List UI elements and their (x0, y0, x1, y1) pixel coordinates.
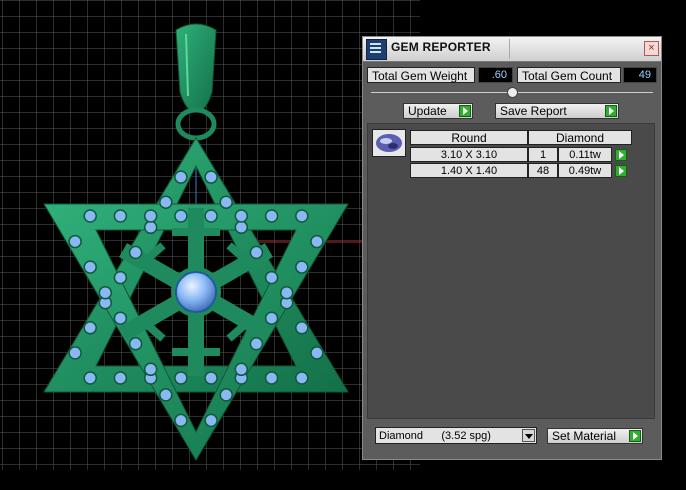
chevron-down-icon[interactable] (522, 429, 535, 442)
pave-gem (83, 371, 97, 385)
total-gem-weight-label: Total Gem Weight (367, 67, 475, 83)
update-button-label: Update (408, 104, 447, 118)
gem-reporter-panel: GEM REPORTER × Total Gem Weight .60 Tota… (362, 36, 662, 460)
total-gem-count-value: 49 (623, 67, 657, 83)
pave-gem (279, 285, 294, 300)
pave-gem (295, 371, 309, 385)
pave-gem (128, 337, 143, 351)
pave-gem (234, 220, 249, 235)
pave-gem (113, 209, 128, 223)
pave-gem (68, 234, 82, 249)
close-icon[interactable]: × (644, 41, 659, 56)
pave-gem (219, 195, 233, 209)
gem-size-cell: 1.40 X 1.40 (410, 163, 528, 178)
save-report-button-label: Save Report (500, 104, 567, 118)
pave-gem (295, 209, 309, 223)
pave-gem (174, 170, 188, 184)
pave-gem (159, 195, 173, 209)
set-material-button[interactable]: Set Material (547, 428, 643, 444)
pave-gem (219, 388, 233, 402)
save-report-button[interactable]: Save Report (495, 103, 619, 119)
gem-count-cell: 48 (528, 163, 558, 178)
gem-count-cell: 1 (528, 147, 558, 162)
pave-gem (264, 270, 279, 285)
pave-gem (174, 371, 188, 385)
play-arrow-icon[interactable] (615, 165, 627, 177)
pave-gem (113, 270, 128, 285)
pave-gem (264, 371, 279, 385)
material-select-value: Diamond (3.52 spg) (379, 430, 491, 442)
pave-gem (143, 220, 158, 235)
round-gem-icon[interactable] (372, 129, 406, 157)
pave-gem (310, 346, 324, 360)
pave-gem (310, 234, 324, 249)
pave-gem (249, 245, 264, 260)
gem-weight-cell: 0.49tw (558, 163, 612, 178)
title-divider (509, 39, 510, 59)
play-arrow-icon (605, 105, 617, 117)
column-header-shape: Round (410, 130, 528, 145)
pave-gem (143, 209, 158, 223)
pave-gem (159, 388, 173, 402)
total-gem-weight-value: .60 (478, 67, 513, 83)
pave-gem (68, 346, 82, 360)
pave-gem (83, 321, 97, 335)
pave-gem (204, 371, 218, 385)
column-header-material: Diamond (528, 130, 632, 145)
pave-gem (174, 209, 188, 223)
pave-gem (143, 362, 158, 377)
pave-gem (98, 285, 113, 300)
gem-report-list: Round Diamond 3.10 X 3.10 1 0.11tw 1.40 … (367, 123, 655, 419)
update-button[interactable]: Update (403, 103, 473, 119)
pave-gem (83, 260, 97, 274)
play-arrow-icon[interactable] (615, 149, 627, 161)
pave-gem (234, 209, 249, 223)
pave-gem (204, 413, 218, 428)
gem-size-cell: 3.10 X 3.10 (410, 147, 528, 162)
pave-gem (113, 311, 128, 325)
dialog-title: GEM REPORTER (391, 40, 491, 54)
pave-gem (204, 209, 218, 223)
gem-reporter-app-icon (366, 39, 387, 60)
pave-gem (234, 362, 249, 377)
total-gem-count-label: Total Gem Count (517, 67, 621, 83)
material-select[interactable]: Diamond (3.52 spg) (375, 427, 537, 444)
pave-gem (204, 170, 218, 184)
pave-gem (174, 413, 188, 428)
pendant-bail (175, 23, 217, 113)
pave-gem (128, 245, 143, 260)
pave-gem (113, 371, 128, 385)
center-gem (175, 271, 217, 313)
pave-gem (295, 321, 309, 335)
pave-gem (264, 311, 279, 325)
title-bar[interactable]: GEM REPORTER × (363, 37, 661, 62)
pave-gem (295, 260, 309, 274)
pave-gem (249, 337, 264, 351)
play-arrow-icon (629, 430, 641, 442)
play-arrow-icon (459, 105, 471, 117)
set-material-button-label: Set Material (552, 429, 617, 443)
pave-gem (83, 209, 97, 223)
slider-handle[interactable] (507, 87, 518, 98)
gem-weight-cell: 0.11tw (558, 147, 612, 162)
pave-gem (264, 209, 279, 223)
